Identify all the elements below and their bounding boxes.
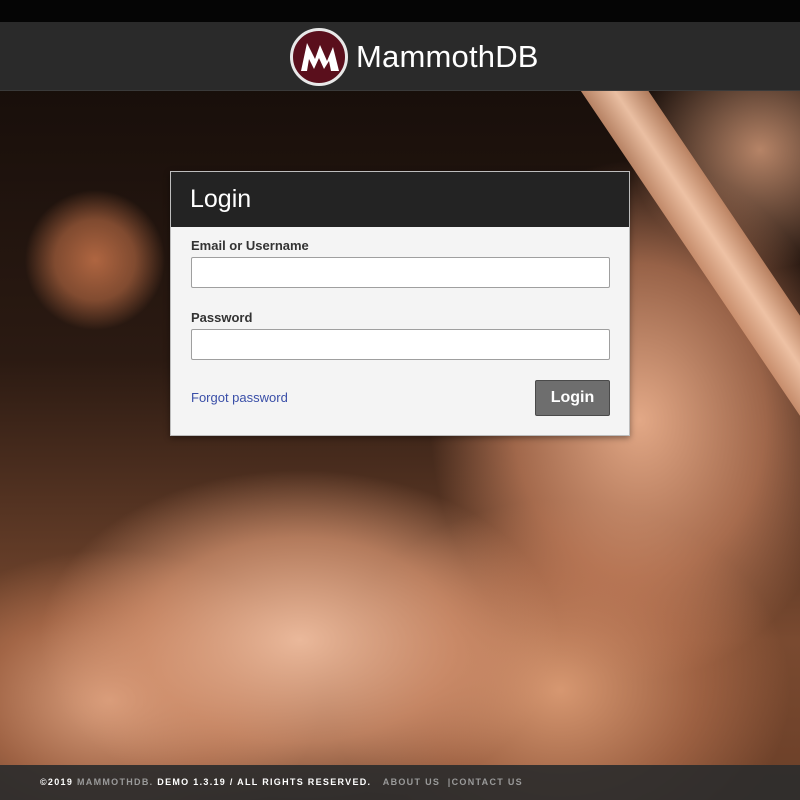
copyright-year: ©2019 bbox=[40, 777, 74, 787]
brand[interactable]: MammothDB bbox=[290, 28, 539, 86]
login-button[interactable]: Login bbox=[535, 380, 610, 416]
login-title: Login bbox=[171, 172, 629, 227]
rights-text: DEMO 1.3.19 / ALL RIGHTS RESERVED. bbox=[157, 777, 372, 787]
email-label: Email or Username bbox=[191, 238, 309, 253]
email-field[interactable] bbox=[191, 257, 610, 288]
company-name: MAMMOTHDB. bbox=[76, 777, 154, 787]
password-field[interactable] bbox=[191, 329, 610, 360]
login-panel: Login Email or Username Password Forgot … bbox=[170, 171, 630, 436]
top-strip bbox=[0, 0, 800, 22]
brand-name: MammothDB bbox=[356, 39, 539, 74]
contact-us-link[interactable]: CONTACT US bbox=[452, 777, 523, 787]
site-header: MammothDB bbox=[0, 22, 800, 91]
forgot-password-link[interactable]: Forgot password bbox=[191, 390, 288, 405]
password-label: Password bbox=[191, 310, 253, 325]
mammoth-m-logo-icon bbox=[290, 28, 348, 86]
site-footer: ©2019 MAMMOTHDB. DEMO 1.3.19 / ALL RIGHT… bbox=[0, 765, 800, 800]
about-us-link[interactable]: ABOUT US bbox=[383, 777, 440, 787]
